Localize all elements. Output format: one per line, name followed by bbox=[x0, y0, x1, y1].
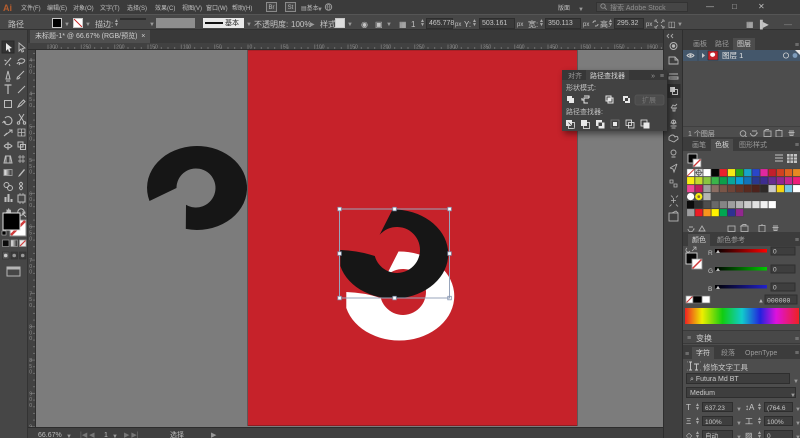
svg-text:图层 1: 图层 1 bbox=[722, 50, 743, 61]
svg-text:0: 0 bbox=[29, 136, 32, 142]
svg-text:0: 0 bbox=[29, 236, 32, 242]
svg-text:G: G bbox=[708, 268, 713, 275]
svg-text:0: 0 bbox=[29, 370, 32, 376]
svg-text:0: 0 bbox=[29, 203, 32, 209]
svg-text:0: 0 bbox=[773, 285, 777, 292]
svg-text:000000: 000000 bbox=[767, 298, 791, 305]
svg-text:0: 0 bbox=[29, 270, 32, 276]
svg-text:0: 0 bbox=[29, 336, 32, 342]
svg-text:0: 0 bbox=[29, 303, 32, 309]
svg-text:0: 0 bbox=[29, 103, 32, 109]
svg-text:0: 0 bbox=[773, 267, 777, 274]
svg-text:0: 0 bbox=[29, 403, 32, 409]
svg-text:R: R bbox=[708, 250, 713, 257]
svg-text:0: 0 bbox=[29, 170, 32, 176]
svg-text:B: B bbox=[708, 286, 712, 293]
svg-text:0: 0 bbox=[29, 70, 32, 76]
svg-text:▲: ▲ bbox=[758, 299, 764, 305]
svg-text:扩展: 扩展 bbox=[642, 96, 656, 106]
svg-text:0: 0 bbox=[773, 249, 777, 256]
